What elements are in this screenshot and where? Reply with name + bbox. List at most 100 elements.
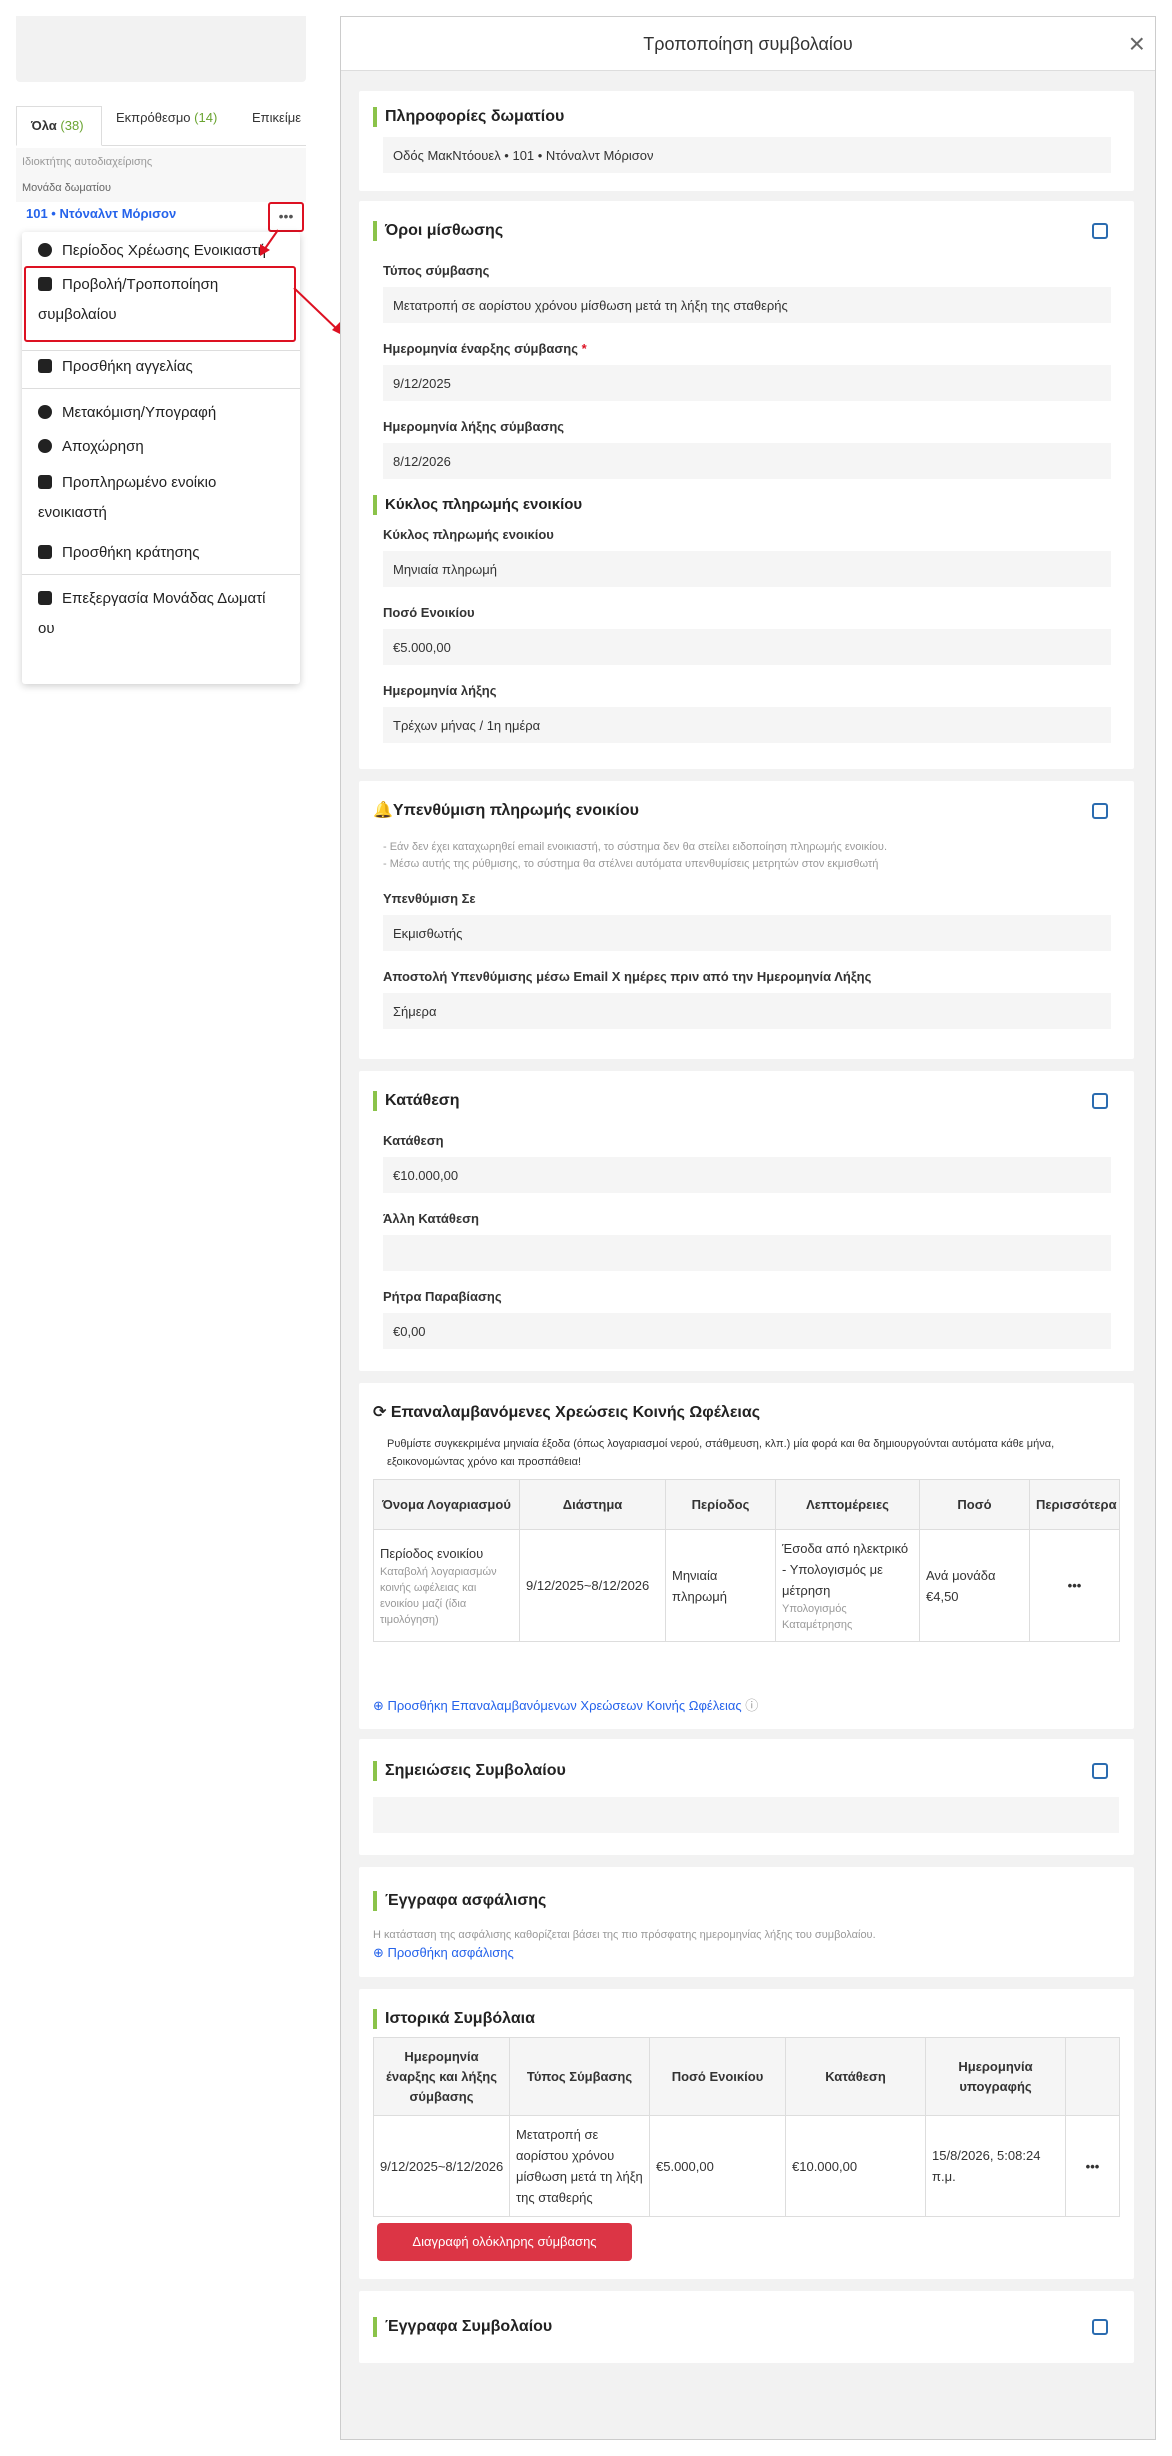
col-header: Ποσό <box>919 1479 1030 1530</box>
remind-days-field[interactable]: Σήμερα <box>383 993 1111 1029</box>
contract-documents-section: Έγγραφα Συμβολαίου <box>359 2291 1134 2363</box>
menu-divider <box>22 388 300 389</box>
insurance-note: Η κατάσταση της ασφάλισης καθορίζεται βά… <box>373 1929 876 1941</box>
unit-list-panel: Όλα (38) Εκπρόθεσμο (14) Επικείμε Ιδιοκτ… <box>16 16 306 684</box>
close-icon[interactable]: × <box>1129 17 1145 71</box>
comment-dollar-icon <box>38 475 52 489</box>
rent-amount-field[interactable]: €5.000,00 <box>383 629 1111 665</box>
contract-type-field[interactable]: Μετατροπή σε αορίστου χρόνου μίσθωση μετ… <box>383 287 1111 323</box>
remind-to-field[interactable]: Εκμισθωτής <box>383 915 1111 951</box>
history-signed-cell: 15/8/2026, 5:08:24 π.μ. <box>925 2115 1066 2217</box>
other-deposit-field[interactable] <box>383 1235 1111 1271</box>
penalty-field[interactable]: €0,00 <box>383 1313 1111 1349</box>
utility-range-cell: 9/12/2025~8/12/2026 <box>519 1529 666 1642</box>
menu-item-add-booking[interactable]: Προσθήκη κράτησης <box>38 538 288 568</box>
end-date-field[interactable]: 8/12/2026 <box>383 443 1111 479</box>
payment-cycle-field[interactable]: Μηνιαία πληρωμή <box>383 551 1111 587</box>
section-title: Όροι μίσθωσης <box>373 221 503 241</box>
contract-notes-section: Σημειώσεις Συμβολαίου <box>359 1739 1134 1855</box>
menu-item-view-edit-contract[interactable]: Προβολή/Τροποποίηση συμβολαίου <box>38 270 288 330</box>
add-insurance-link[interactable]: ⊕ Προσθήκη ασφάλισης <box>373 1945 514 1961</box>
edit-icon[interactable] <box>1092 803 1108 819</box>
menu-divider <box>22 350 300 351</box>
menu-item-billing-period[interactable]: Περίοδος Χρέωσης Ενοικιαστή <box>38 236 288 266</box>
document-icon <box>38 277 52 291</box>
section-title: Κατάθεση <box>373 1091 460 1111</box>
field-label: Ημερομηνία λήξης σύμβασης <box>383 419 565 434</box>
tab-upcoming[interactable]: Επικείμε <box>252 110 306 125</box>
col-header: Λεπτομέρειες <box>775 1479 920 1530</box>
col-header: Ποσό Ενοικίου <box>649 2037 786 2116</box>
rent-reminder-section: 🔔Υπενθύμιση πληρωμής ενοικίου - Εάν δεν … <box>359 781 1134 1059</box>
edit-icon[interactable] <box>1092 1093 1108 1109</box>
section-title: Σημειώσεις Συμβολαίου <box>373 1761 566 1781</box>
menu-item-prepaid-rent[interactable]: Προπληρωμένο ενοίκιο ενοικιαστή <box>38 468 288 528</box>
lease-terms-section: Όροι μίσθωσης Τύπος σύμβασης Μετατροπή σ… <box>359 201 1134 769</box>
table-row: Περίοδος ενοικίου Καταβολή λογαριασμών κο… <box>373 1529 1120 1642</box>
add-recurring-utility-link[interactable]: ⊕ Προσθήκη Επαναλαμβανόμενων Χρεώσεων Κο… <box>373 1695 758 1714</box>
col-header: Κατάθεση <box>785 2037 926 2116</box>
utilities-description: Ρυθμίστε συγκεκριμένα μηνιαία έξοδα (όπω… <box>387 1438 1055 1468</box>
insurance-section: Έγγραφα ασφάλισης Η κατάσταση της ασφάλι… <box>359 1867 1134 1977</box>
field-label: Κύκλος πληρωμής ενοικίου <box>383 527 554 542</box>
table-row: 9/12/2025~8/12/2026 Μετατροπή σε αορίστο… <box>373 2115 1120 2217</box>
row-more-button[interactable]: ••• <box>1029 1529 1120 1642</box>
reminder-note: - Εάν δεν έχει καταχωρηθεί email ενοικια… <box>383 841 887 870</box>
menu-item-add-listing[interactable]: Προσθήκη αγγελίας <box>38 352 288 382</box>
history-table: Ημερομηνία έναρξης και λήξης σύμβασης Τύ… <box>373 2037 1120 2217</box>
start-date-field[interactable]: 9/12/2025 <box>383 365 1111 401</box>
plus-circle-icon: ⊕ <box>373 1698 388 1713</box>
col-header: Περισσότερα <box>1029 1479 1120 1530</box>
field-label: Ημερομηνία λήξης <box>383 683 497 698</box>
notes-field[interactable] <box>373 1797 1119 1833</box>
history-contracts-section: Ιστορικά Συμβόλαια Ημερομηνία έναρξης κα… <box>359 1989 1134 2279</box>
section-title: Έγγραφα ασφάλισης <box>373 1891 546 1911</box>
owner-label: Ιδιοκτήτης αυτοδιαχείρισης <box>16 148 306 176</box>
section-title: ⟳ Επαναλαμβανόμενες Χρεώσεις Κοινής Ωφέλ… <box>373 1404 761 1421</box>
col-header <box>1065 2037 1120 2116</box>
col-header: Όνομα Λογαριασμού <box>373 1479 520 1530</box>
sync-icon: ⟳ <box>373 1404 391 1421</box>
utility-details-cell: Έσοδα από ηλεκτρικό - Υπολογισμός με μέτ… <box>775 1529 920 1642</box>
annotation-arrow-small <box>260 229 279 256</box>
history-rent-cell: €5.000,00 <box>649 2115 786 2217</box>
edit-icon[interactable] <box>1092 2319 1108 2335</box>
menu-item-move-out[interactable]: Αποχώρηση <box>38 432 288 462</box>
field-label: Υπενθύμιση Σε <box>383 891 476 906</box>
sub-section-title: Κύκλος πληρωμής ενοικίου <box>373 495 582 515</box>
delete-contract-button[interactable]: Διαγραφή ολόκληρης σύμβασης <box>377 2223 632 2261</box>
menu-item-move-in[interactable]: Μετακόμιση/Υπογραφή <box>38 398 288 428</box>
status-tabs: Όλα (38) Εκπρόθεσμο (14) Επικείμε <box>16 96 306 146</box>
tab-overdue[interactable]: Εκπρόθεσμο (14) <box>116 110 217 125</box>
unit-link[interactable]: 101 • Ντόναλντ Μόρισον <box>26 206 176 221</box>
tab-all[interactable]: Όλα (38) <box>16 106 102 146</box>
room-unit-label: Μονάδα δωματίου <box>16 174 306 202</box>
section-title: Πληροφορίες δωματίου <box>373 107 564 127</box>
walking-icon <box>38 439 52 453</box>
utilities-table: Όνομα Λογαριασμού Διάστημα Περίοδος Λεπτ… <box>373 1479 1120 1642</box>
section-title: 🔔Υπενθύμιση πληρωμής ενοικίου <box>373 802 639 819</box>
field-label: Τύπος σύμβασης <box>383 263 490 278</box>
toolbar <box>16 16 306 82</box>
recurring-utilities-section: ⟳ Επαναλαμβανόμενες Χρεώσεις Κοινής Ωφέλ… <box>359 1383 1134 1729</box>
row-more-button[interactable]: ••• <box>1065 2115 1120 2217</box>
edit-icon <box>38 591 52 605</box>
history-type-cell: Μετατροπή σε αορίστου χρόνου μίσθωση μετ… <box>509 2115 650 2217</box>
dollar-icon <box>38 243 52 257</box>
menu-divider <box>22 574 300 575</box>
ad-icon <box>38 359 52 373</box>
actions-menu: Περίοδος Χρέωσης Ενοικιαστή Προβολή/Τροπ… <box>22 232 300 684</box>
field-label: Ημερομηνία έναρξης σύμβασης * <box>383 341 587 356</box>
utility-amount-cell: Ανά μονάδα €4,50 <box>919 1529 1030 1642</box>
history-deposit-cell: €10.000,00 <box>785 2115 926 2217</box>
edit-icon[interactable] <box>1092 223 1108 239</box>
utility-period-cell: Μηνιαία πληρωμή <box>665 1529 776 1642</box>
field-label: Άλλη Κατάθεση <box>383 1211 479 1226</box>
due-date-field[interactable]: Τρέχων μήνας / 1η ημέρα <box>383 707 1111 743</box>
deposit-field[interactable]: €10.000,00 <box>383 1157 1111 1193</box>
drawer-header: Τροποποίηση συμβολαίου × <box>341 17 1155 71</box>
section-title: Ιστορικά Συμβόλαια <box>373 2009 535 2029</box>
plus-circle-icon: ⊕ <box>373 1945 388 1960</box>
edit-icon[interactable] <box>1092 1763 1108 1779</box>
menu-item-edit-unit[interactable]: Επεξεργασία Μονάδας Δωματί ου <box>38 584 288 644</box>
